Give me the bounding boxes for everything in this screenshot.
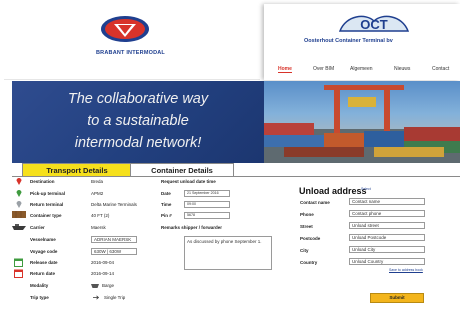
return-date-value: 2016-09-14 (91, 271, 115, 276)
phone-input[interactable]: Contact phone (349, 210, 425, 217)
ship-icon (12, 224, 26, 230)
banner-line-3: intermodal network! (74, 135, 202, 151)
contact-name-input[interactable]: Contact name (349, 198, 425, 205)
return-terminal-label: Return terminal (30, 202, 64, 207)
city-input[interactable]: Unload City (349, 246, 425, 253)
destination-label: Destination (30, 179, 55, 184)
country-input[interactable]: Unload Country (349, 258, 425, 265)
save-address-link[interactable]: Save to address book (389, 268, 423, 272)
vesselname-label: Vesselname (30, 237, 56, 242)
top-nav: Home Over BIM Algemeen Nieuws Contact (272, 66, 460, 76)
location-pin-red-icon (16, 178, 22, 185)
street-label: Street (300, 224, 313, 229)
barge-icon (91, 284, 99, 288)
banner-slogan-panel: The collaborative way to a sustainable i… (12, 81, 264, 163)
brand-right-subtitle: Oosterhout Container Terminal bv (304, 38, 393, 44)
pickup-terminal-label: Pick-up terminal (30, 191, 66, 196)
street-input[interactable]: Unload street (349, 222, 425, 229)
country-label: Country (300, 260, 318, 265)
banner-line-2: to a sustainable (87, 113, 189, 129)
arrow-right-icon (93, 295, 100, 300)
brand-left-name: BRABANT INTERMODAL (96, 50, 165, 56)
unload-address-select-link[interactable]: Select (361, 187, 371, 191)
phone-label: Phone (300, 212, 314, 217)
container-type-label: Container type (30, 213, 62, 218)
hero-banner: The collaborative way to a sustainable i… (12, 81, 460, 163)
nav-algemeen[interactable]: Algemeen (350, 66, 373, 72)
time-label: Time (161, 202, 172, 207)
remarks-textarea[interactable]: As discussed by phone September 1. (184, 236, 272, 270)
carrier-label: Carrier (30, 225, 45, 230)
banner-line-1: The collaborative way (67, 91, 209, 107)
calendar-green-icon (14, 258, 23, 267)
nav-over-bim[interactable]: Over BIM (313, 66, 334, 72)
nav-contact[interactable]: Contact (432, 66, 449, 72)
unload-datetime-title: Request unload date time (161, 179, 216, 184)
return-date-label: Return date (30, 271, 56, 276)
tab-transport-details[interactable]: Transport Details (22, 163, 132, 177)
vesselname-field[interactable]: ADRIAN MAERSK (91, 236, 137, 243)
release-date-label: Release date (30, 260, 58, 265)
pin-field[interactable]: 5678 (184, 212, 230, 219)
calendar-red-icon (14, 269, 23, 278)
contact-name-label: Contact name (300, 200, 330, 205)
postcode-input[interactable]: Unload Postcode (349, 234, 425, 241)
city-label: City (300, 248, 309, 253)
container-terminal-photo (264, 81, 460, 163)
container-terminal-illustration (264, 85, 460, 163)
remarks-label: Remarks shipper / forwarder (161, 225, 223, 230)
location-pin-grey-icon (16, 201, 22, 208)
return-terminal-value: Delta Marine Terminals (91, 202, 137, 207)
trip-type-label: Trip type (30, 295, 49, 300)
container-type-value: 40 FT (2) (91, 213, 110, 218)
tab-container-details[interactable]: Container Details (130, 163, 234, 177)
modality-value: Barge (102, 283, 115, 288)
carrier-value: Maersk (91, 225, 106, 230)
location-pin-green-icon (16, 190, 22, 197)
unload-address-title: Unload address (299, 186, 367, 196)
nav-home[interactable]: Home (278, 66, 292, 73)
postcode-label: Postcode (300, 236, 321, 241)
container-icon (12, 211, 26, 218)
oct-logo-text: OCT (360, 17, 388, 32)
voyage-code-label: Voyage code (30, 249, 58, 254)
voyage-code-field[interactable]: 630W | 630W (91, 248, 137, 255)
brabant-logo-icon[interactable] (100, 15, 150, 43)
destination-value: Breda (91, 179, 104, 184)
modality-label: Modality (30, 283, 49, 288)
pin-label: Pin # (161, 213, 172, 218)
tab-divider (12, 176, 460, 177)
trip-type-value: Single Trip (104, 295, 126, 300)
release-date-value: 2016-09-04 (91, 260, 115, 265)
date-field[interactable]: 21 September 2016 (184, 190, 230, 197)
oct-logo-icon[interactable]: OCT (336, 13, 412, 35)
nav-nieuws[interactable]: Nieuws (394, 66, 410, 72)
submit-button[interactable]: Submit (370, 293, 424, 303)
time-field[interactable]: 09:00 (184, 201, 230, 208)
date-label: Date (161, 191, 171, 196)
pickup-terminal-value: APM2 (91, 191, 104, 196)
